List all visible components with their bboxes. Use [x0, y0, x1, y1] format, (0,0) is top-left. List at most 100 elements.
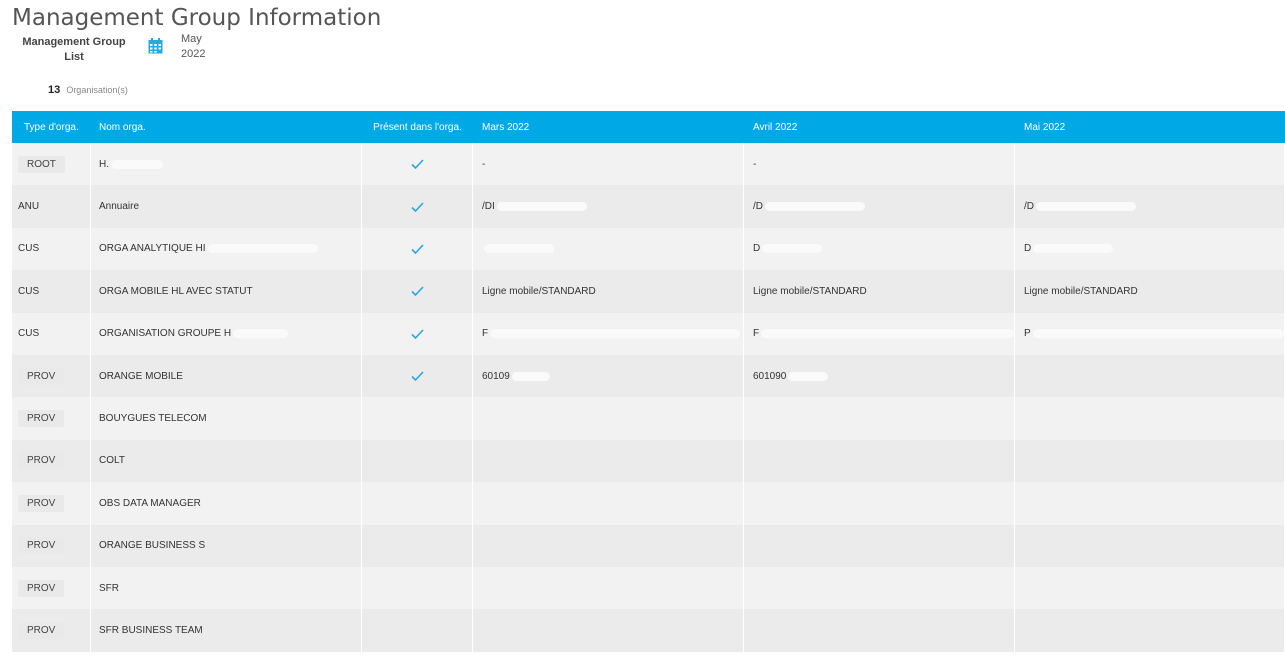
cell-month-3-text: /D — [1024, 201, 1034, 213]
table-row[interactable]: PROV ORANGE MOBILE 60109 601090 — [12, 354, 1285, 398]
cell-month-2: Ligne mobile/STANDARD — [744, 270, 1015, 313]
cell-month-1 — [473, 482, 744, 525]
cell-name-text: SFR BUSINESS TEAM — [99, 624, 203, 636]
header-type[interactable]: Type d'orga. — [12, 122, 91, 133]
cell-name: OBS DATA MANAGER — [91, 482, 362, 525]
cell-present — [362, 397, 473, 440]
cell-name: ORGA MOBILE HL AVEC STATUT — [91, 270, 362, 313]
cell-type: PROV — [12, 354, 91, 398]
cell-month-3 — [1015, 524, 1285, 567]
cell-type: PROV — [12, 439, 91, 483]
cell-month-1 — [473, 439, 744, 483]
table-row[interactable]: PROV OBS DATA MANAGER — [12, 482, 1285, 525]
cell-type: PROV — [12, 482, 91, 525]
redaction-mark — [484, 244, 554, 254]
cell-present — [362, 312, 473, 355]
table-row[interactable]: PROV BOUYGUES TELECOM — [12, 397, 1285, 440]
cell-month-2-text: /D — [753, 201, 763, 213]
cell-month-1: Ligne mobile/STANDARD — [473, 270, 744, 313]
cell-type-text: CUS — [18, 243, 40, 255]
cell-month-1: /DI — [473, 185, 744, 228]
cell-month-2-text: Ligne mobile/STANDARD — [753, 285, 867, 297]
table-row[interactable]: ROOT H. - - — [12, 143, 1285, 186]
cell-type: PROV — [12, 566, 91, 610]
cell-name: ORGANISATION GROUPE H — [91, 312, 362, 355]
table-row[interactable]: CUS ORGA ANALYTIQUE HI D D — [12, 227, 1285, 271]
header-month-2[interactable]: Avril 2022 — [744, 122, 1015, 133]
cell-month-3 — [1015, 439, 1285, 483]
table-row[interactable]: PROV SFR BUSINESS TEAM — [12, 609, 1285, 652]
cell-name: ORANGE BUSINESS S — [91, 524, 362, 567]
cell-month-1 — [473, 397, 744, 440]
table-row[interactable]: CUS ORGANISATION GROUPE H F F P — [12, 312, 1285, 355]
cell-month-3 — [1015, 566, 1285, 610]
cell-month-2 — [744, 397, 1015, 440]
redaction-mark — [233, 329, 289, 339]
cell-name: ORANGE MOBILE — [91, 354, 362, 398]
cell-month-2-text: F — [753, 328, 760, 340]
header-present[interactable]: Présent dans l'orga. — [362, 122, 473, 133]
cell-type: PROV — [12, 609, 91, 652]
redaction-mark — [496, 202, 587, 212]
cell-month-2 — [744, 482, 1015, 525]
cell-type: CUS — [12, 270, 91, 313]
cell-month-3-text: Ligne mobile/STANDARD — [1024, 285, 1138, 297]
table-row[interactable]: ANU Annuaire/DI/D/D — [12, 185, 1285, 228]
redaction-mark — [207, 244, 318, 254]
cell-present — [362, 185, 473, 228]
table-row[interactable]: PROV ORANGE BUSINESS S — [12, 524, 1285, 567]
redaction-mark — [1033, 244, 1114, 254]
cell-month-2-text: 601090 — [753, 370, 787, 382]
cell-type-text: PROV — [18, 367, 65, 385]
cell-month-2-text: D — [753, 243, 761, 255]
cell-month-1 — [473, 227, 744, 271]
cell-month-1 — [473, 609, 744, 652]
organisation-count-value: 13 — [48, 84, 61, 96]
header-month-3[interactable]: Mai 2022 — [1015, 122, 1285, 133]
cell-type: PROV — [12, 397, 91, 440]
cell-name-text: ORANGE MOBILE — [99, 370, 183, 382]
cell-month-3-text: D — [1024, 243, 1032, 255]
cell-month-2: - — [744, 143, 1015, 186]
calendar-icon[interactable] — [148, 38, 163, 54]
cell-name-text: OBS DATA MANAGER — [99, 497, 201, 509]
cell-month-3 — [1015, 482, 1285, 525]
redaction-mark — [765, 202, 865, 212]
table-header: Type d'orga. Nom orga. Présent dans l'or… — [12, 111, 1285, 143]
cell-type-text: PROV — [18, 494, 65, 512]
table-row[interactable]: PROV SFR — [12, 566, 1285, 610]
check-icon — [410, 286, 424, 297]
cell-month-2: D — [744, 227, 1015, 271]
check-icon — [410, 329, 424, 339]
check-icon — [410, 159, 424, 170]
redaction-mark — [490, 329, 741, 339]
cell-name-text: H. — [99, 158, 109, 170]
header-month-1[interactable]: Mars 2022 — [473, 122, 744, 133]
cell-name: SFR BUSINESS TEAM — [91, 609, 362, 652]
cell-name-text: COLT — [99, 455, 125, 467]
cell-month-3 — [1015, 397, 1285, 440]
header-name[interactable]: Nom orga. — [91, 122, 362, 133]
check-icon — [410, 202, 424, 212]
cell-type-text: PROV — [18, 537, 65, 555]
cell-month-3: D — [1015, 227, 1285, 271]
cell-name: SFR — [91, 566, 362, 610]
cell-name-text: Annuaire — [99, 201, 140, 213]
cell-month-2 — [744, 566, 1015, 610]
cell-type-text: PROV — [18, 621, 65, 639]
month-selector[interactable]: May 2022 — [181, 32, 205, 62]
cell-name: H. — [91, 143, 362, 186]
table-row[interactable]: CUS ORGA MOBILE HL AVEC STATUT Ligne mobil… — [12, 270, 1285, 313]
table-row[interactable]: PROV COLT — [12, 439, 1285, 483]
management-group-list-label: Management Group List — [22, 36, 126, 63]
redaction-mark — [511, 371, 550, 381]
cell-month-2: 601090 — [744, 354, 1015, 398]
cell-name-text: ORANGE BUSINESS S — [99, 540, 206, 552]
check-icon — [410, 371, 424, 382]
table-body: ROOT H. - - ANU Annuaire/DI/D/D CUS ORGA ANALYT… — [12, 143, 1285, 652]
cell-month-1 — [473, 524, 744, 567]
cell-present — [362, 609, 473, 652]
cell-month-1-text: F — [482, 328, 489, 340]
cell-month-2: F — [744, 312, 1015, 355]
cell-month-3: Ligne mobile/STANDARD — [1015, 270, 1285, 313]
